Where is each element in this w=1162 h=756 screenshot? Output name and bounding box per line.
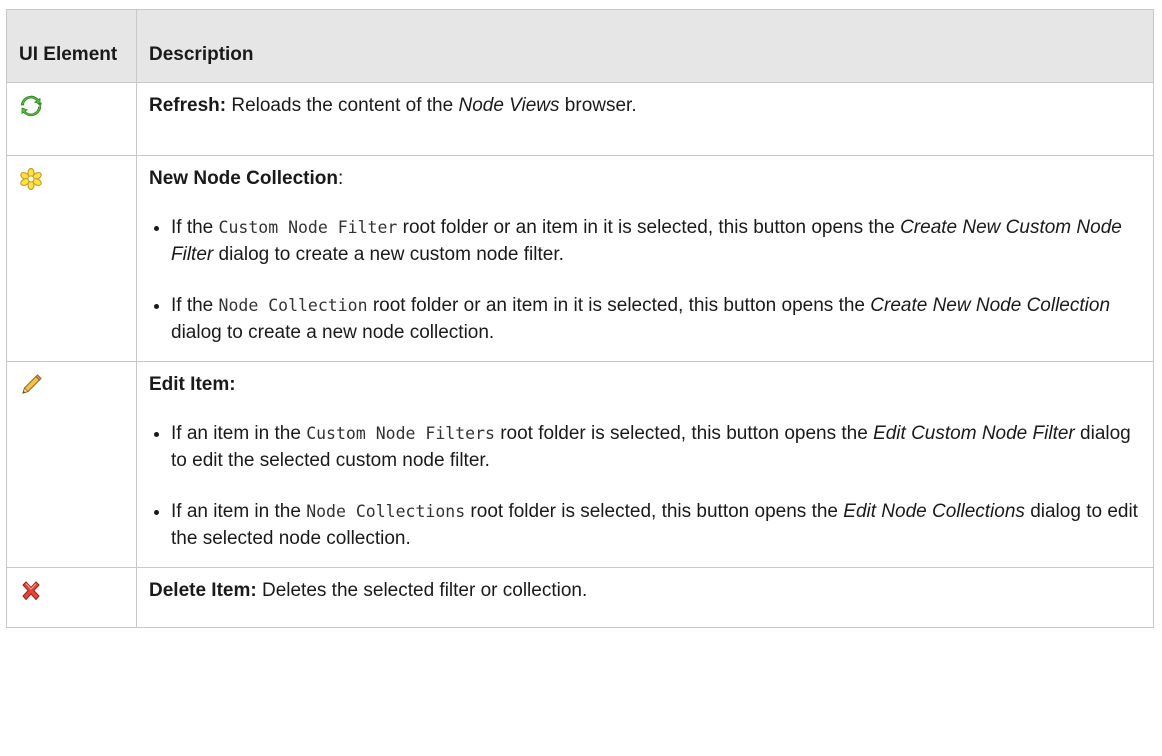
row-text: Reloads the content of the — [226, 95, 459, 116]
row-text: : — [337, 168, 344, 189]
description-cell: Edit Item: If an item in the Custom Node… — [136, 360, 1154, 568]
table-header-row: UI Element Description — [6, 9, 1154, 83]
pencil-icon — [20, 374, 122, 396]
row-title: Delete Item: — [149, 579, 257, 601]
new-collection-icon — [20, 168, 122, 190]
bullet-list: If the Custom Node Filter root folder or… — [149, 215, 1139, 347]
table-row: New Node Collection: If the Custom Node … — [6, 155, 1154, 362]
row-text: Deletes the selected filter or collectio… — [256, 579, 588, 601]
code-text: Node Collections — [306, 501, 466, 521]
bullet-list: If an item in the Custom Node Filters ro… — [149, 421, 1139, 553]
table-row: Edit Item: If an item in the Custom Node… — [6, 360, 1154, 568]
row-italic: Node Views — [458, 95, 560, 116]
ui-elements-table: UI Element Description Refresh: Reloads … — [6, 9, 1154, 628]
code-text: Node Collection — [218, 295, 368, 315]
row-text: browser. — [559, 95, 637, 116]
header-ui-element: UI Element — [6, 9, 137, 83]
list-item: If an item in the Node Collections root … — [171, 499, 1139, 553]
row-title: Edit Item: — [149, 373, 236, 395]
icon-cell — [6, 82, 137, 156]
list-item: If an item in the Custom Node Filters ro… — [171, 421, 1139, 475]
description-cell: Refresh: Reloads the content of the Node… — [136, 82, 1154, 156]
list-item: If the Custom Node Filter root folder or… — [171, 215, 1139, 269]
description-cell: New Node Collection: If the Custom Node … — [136, 155, 1154, 362]
table-row: Delete Item: Deletes the selected filter… — [6, 566, 1154, 628]
refresh-icon — [20, 95, 122, 117]
dialog-name: Create New Node Collection — [870, 294, 1111, 316]
icon-cell — [6, 155, 137, 362]
icon-cell — [6, 360, 137, 568]
dialog-name: Edit Node Collections — [843, 500, 1025, 522]
code-text: Custom Node Filter — [218, 217, 398, 237]
row-title: Refresh: — [149, 95, 227, 116]
icon-cell — [6, 566, 137, 628]
table-row: Refresh: Reloads the content of the Node… — [6, 82, 1154, 156]
dialog-name: Edit Custom Node Filter — [873, 422, 1075, 444]
delete-icon — [20, 580, 122, 602]
code-text: Custom Node Filters — [306, 423, 495, 443]
list-item: If the Node Collection root folder or an… — [171, 293, 1139, 347]
description-cell: Delete Item: Deletes the selected filter… — [136, 566, 1154, 628]
row-title: New Node Collection — [149, 168, 338, 189]
header-description: Description — [136, 9, 1154, 83]
